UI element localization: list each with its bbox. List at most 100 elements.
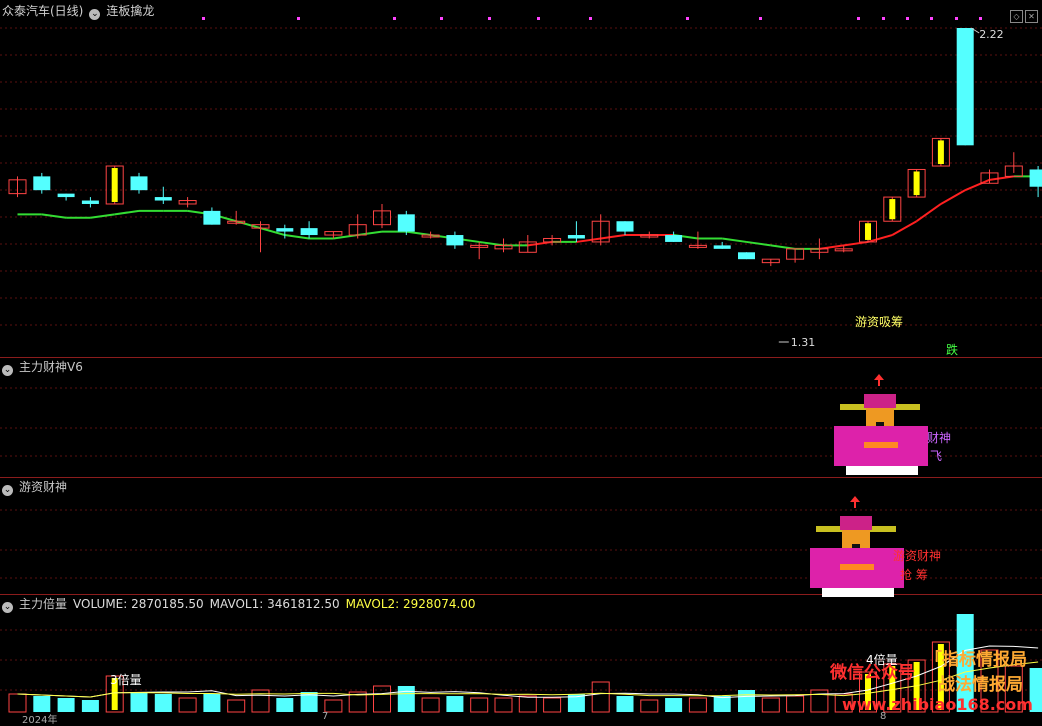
ma-line-segment (333, 234, 358, 240)
candle-body (1029, 169, 1042, 187)
signal-dot (393, 17, 396, 20)
volume-bar (227, 699, 246, 713)
axis-month-7: 7 (322, 711, 329, 722)
ma-line-segment (770, 244, 796, 250)
volume-bar (738, 690, 755, 712)
ma-line-segment (284, 234, 310, 240)
candle-body (203, 210, 221, 225)
volume-bar (8, 693, 27, 713)
volume-bar (761, 697, 780, 713)
fall-label: 跌 (946, 342, 958, 357)
volume-bar (543, 697, 562, 713)
axis-month-8: 8 (880, 711, 887, 722)
panel3-label-a: 游资财神 (893, 549, 941, 563)
youzi-caishen-arrowhead (850, 496, 860, 502)
ma-line-segment (114, 209, 140, 216)
signal-dot (202, 17, 205, 20)
ma-line-segment (891, 220, 918, 236)
panel3-label-b: 抢 筹 (900, 567, 928, 582)
signal-dot (297, 17, 300, 20)
caishen-v6-hat (864, 394, 896, 408)
youzi-caishen-belt (840, 564, 874, 570)
candle-body (33, 176, 51, 191)
watermark-line3: 战法情报局 (938, 675, 1023, 695)
candle-body (81, 200, 99, 204)
watermark-wechat: 微信公众号 (830, 663, 915, 683)
volume-bar (397, 686, 415, 712)
signal-dot (759, 17, 762, 20)
signal-dot (537, 17, 540, 20)
limit-up-marker (913, 171, 920, 196)
volume-bar (786, 695, 805, 713)
ma-line-segment (964, 178, 990, 192)
volume-bar (276, 698, 294, 712)
volume-bar (810, 689, 829, 713)
candle-body (154, 197, 172, 201)
limit-up-marker (865, 223, 871, 240)
volume-bar (688, 697, 707, 713)
signal-dot (882, 17, 885, 20)
signal-dot (857, 17, 860, 20)
volume-bar (421, 697, 440, 713)
volume-bar (665, 698, 683, 712)
candle-body (616, 221, 634, 232)
signal-dot (955, 17, 958, 20)
panel2-label-a: 财神 (927, 431, 951, 445)
ma-line-segment (722, 237, 747, 243)
ma-line-segment (916, 203, 942, 223)
ma-line-segment (576, 237, 601, 243)
caishen-v6-belt (864, 442, 898, 448)
volume-bar (130, 692, 148, 712)
volume-bar (518, 695, 537, 713)
signal-dot (979, 17, 982, 20)
volume-bar (57, 698, 75, 712)
candle-body (397, 214, 415, 232)
signal-dot (906, 17, 909, 20)
youzi-caishen-base (822, 588, 894, 597)
limit-up-marker (889, 199, 896, 220)
ma-line-segment (600, 234, 626, 240)
ma-line-segment (357, 230, 383, 237)
signal-dot (488, 17, 491, 20)
ma-line-segment (843, 240, 869, 247)
candle-body (567, 235, 585, 239)
youzi-caishen-hat (840, 516, 872, 530)
signal-dot (930, 17, 933, 20)
candle-body (130, 176, 148, 191)
kline-chart[interactable]: 2.221.31游资吸筹跌财神飞游资财神抢 筹3倍量4倍量 (0, 0, 1042, 721)
caishen-v6-base (846, 466, 918, 475)
annotation-text: 游资吸筹 (855, 315, 903, 329)
axis-year: 2024年 (22, 715, 58, 726)
ma-line-segment (940, 189, 966, 205)
volume-bar (470, 697, 489, 713)
candle-body (446, 235, 464, 246)
candle-body (713, 245, 731, 249)
candle-body (57, 193, 75, 198)
volume-bar (494, 697, 513, 713)
low-price-label: 1.31 (791, 336, 816, 349)
volume-bar (616, 696, 634, 712)
panel2-label-b: 飞 (930, 449, 942, 463)
candle-body (300, 228, 318, 236)
signal-dot (686, 17, 689, 20)
limit-up-marker (111, 168, 118, 202)
volume-bar (178, 697, 197, 713)
caishen-v6-arrowhead (874, 374, 884, 380)
volume-bar (33, 696, 51, 712)
candle-body (665, 235, 683, 242)
signal-dot (589, 17, 592, 20)
volume-bar (203, 694, 221, 712)
candle-body (738, 252, 755, 260)
volume-bar (713, 696, 731, 712)
high-price-label: 2.22 (979, 28, 1004, 41)
ma-line-segment (406, 230, 431, 237)
volume-label-3x: 3倍量 (110, 672, 142, 687)
watermark-line2: 「指标情报局 (925, 650, 1027, 670)
volume-bar (591, 681, 610, 713)
candle-body (276, 228, 294, 232)
ma-line-segment (479, 240, 504, 247)
ma-line-segment (819, 244, 844, 250)
volume-bar (81, 700, 99, 712)
signal-dot (440, 17, 443, 20)
candle-body (956, 28, 974, 146)
